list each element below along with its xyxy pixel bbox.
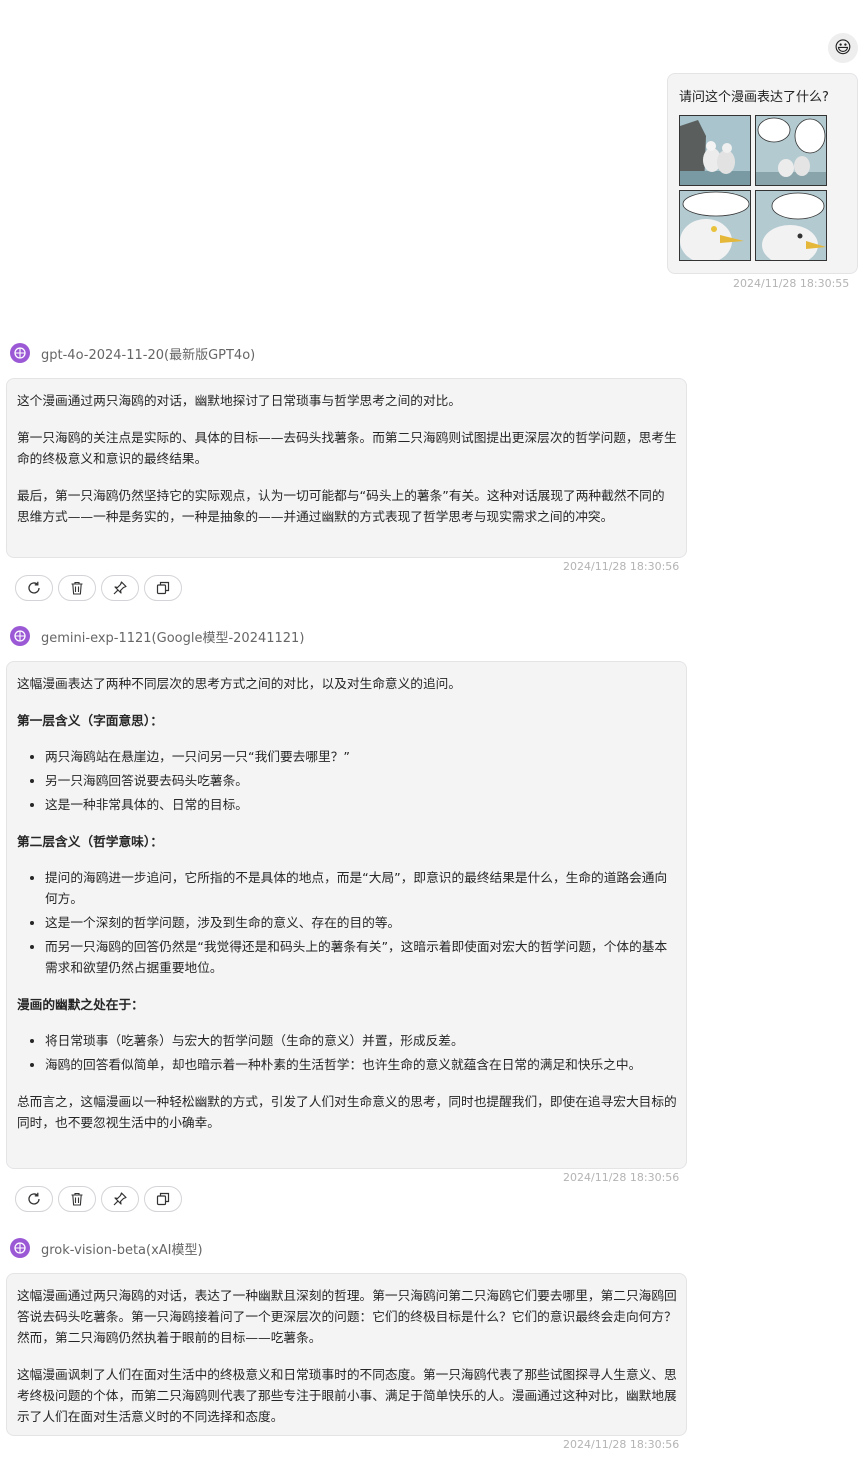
comic-panel-2 [755,115,827,186]
response-paragraph: 这幅漫画通过两只海鸥的对话，表达了一种幽默且深刻的哲理。第一只海鸥问第二只海鸥它… [17,1288,677,1345]
copy-icon [156,1192,170,1206]
refresh-icon [28,581,40,594]
list-item: 海鸥的回答看似简单，却也暗示着一种朴素的生活哲学：也许生命的意义就蕴含在日常的满… [45,1054,677,1075]
bullet-list: 两只海鸥站在悬崖边，一只问另一只“我们要去哪里？” 另一只海鸥回答说要去码头吃薯… [17,746,677,815]
model-header-gemini: gemini-exp-1121(Google模型-20241121) [10,626,304,646]
response-timestamp: 2024/11/28 18:30:56 [563,560,680,573]
list-item: 而另一只海鸥的回答仍然是“我觉得还是和码头上的薯条有关”，这暗示着即使面对宏大的… [45,936,677,978]
response-actions [15,1186,182,1212]
list-item: 两只海鸥站在悬崖边，一只问另一只“我们要去哪里？” [45,746,677,767]
model-icon [10,343,30,363]
response-bubble-grok: 这幅漫画通过两只海鸥的对话，表达了一种幽默且深刻的哲理。第一只海鸥问第二只海鸥它… [6,1273,687,1436]
user-message-text: 请问这个漫画表达了什么? [679,90,829,105]
comic-panel-3 [679,190,751,261]
model-name: grok-vision-beta(xAI模型) [41,1242,203,1258]
pin-icon [113,1192,127,1206]
comic-panel-1 [679,115,751,186]
model-icon [10,1238,30,1258]
user-message-bubble: 请问这个漫画表达了什么? [667,73,858,274]
model-header-grok: grok-vision-beta(xAI模型) [10,1238,203,1258]
pin-button[interactable] [101,575,139,601]
delete-icon [71,581,83,595]
list-item: 将日常琐事（吃薯条）与宏大的哲学问题（生命的意义）并置，形成反差。 [45,1030,677,1051]
copy-button[interactable] [144,575,182,601]
model-header-gpt4o: gpt-4o-2024-11-20(最新版GPT4o) [10,343,255,363]
list-item: 提问的海鸥进一步追问，它所指的不是具体的地点，而是“大局”，即意识的最终结果是什… [45,867,677,909]
section-heading: 第一层含义（字面意思）： [17,713,163,728]
bullet-list: 将日常琐事（吃薯条）与宏大的哲学问题（生命的意义）并置，形成反差。 海鸥的回答看… [17,1030,677,1075]
bullet-list: 提问的海鸥进一步追问，它所指的不是具体的地点，而是“大局”，即意识的最终结果是什… [17,867,677,978]
response-paragraph: 这幅漫画讽刺了人们在面对生活中的终极意义和日常琐事时的不同态度。第一只海鸥代表了… [17,1367,677,1424]
seagull-comic-image[interactable] [679,115,828,263]
section-heading: 第二层含义（哲学意味）： [17,834,163,849]
copy-icon [156,581,170,595]
response-paragraph: 这个漫画通过两只海鸥的对话，幽默地探讨了日常琐事与哲学思考之间的对比。 [17,393,462,408]
model-name: gpt-4o-2024-11-20(最新版GPT4o) [41,347,256,363]
pin-button[interactable] [101,1186,139,1212]
pin-icon [113,581,127,595]
response-timestamp: 2024/11/28 18:30:56 [563,1438,680,1451]
copy-button[interactable] [144,1186,182,1212]
delete-icon [71,1192,83,1206]
list-item: 这是一种非常具体的、日常的目标。 [45,794,677,815]
refresh-icon [28,1192,40,1205]
response-bubble-gemini: 这幅漫画表达了两种不同层次的思考方式之间的对比，以及对生命意义的追问。 第一层含… [6,661,687,1169]
list-item: 这是一个深刻的哲学问题，涉及到生命的意义、存在的目的等。 [45,912,677,933]
section-heading: 漫画的幽默之处在于： [17,997,144,1012]
response-paragraph: 最后，第一只海鸥仍然坚持它的实际观点，认为一切可能都与“码头上的薯条”有关。这种… [17,488,665,524]
user-avatar: 😃 [828,33,858,63]
response-actions [15,575,182,601]
response-paragraph: 这幅漫画表达了两种不同层次的思考方式之间的对比，以及对生命意义的追问。 [17,676,462,691]
regenerate-button[interactable] [15,575,53,601]
regenerate-button[interactable] [15,1186,53,1212]
response-bubble-gpt4o: 这个漫画通过两只海鸥的对话，幽默地探讨了日常琐事与哲学思考之间的对比。 第一只海… [6,378,687,558]
model-name: gemini-exp-1121(Google模型-20241121) [41,630,305,646]
delete-button[interactable] [58,575,96,601]
response-timestamp: 2024/11/28 18:30:56 [563,1171,680,1184]
comic-panel-4 [755,190,827,261]
response-paragraph: 总而言之，这幅漫画以一种轻松幽默的方式，引发了人们对生命意义的思考，同时也提醒我… [17,1094,677,1130]
delete-button[interactable] [58,1186,96,1212]
list-item: 另一只海鸥回答说要去码头吃薯条。 [45,770,677,791]
user-message-timestamp: 2024/11/28 18:30:55 [733,277,850,290]
model-icon [10,626,30,646]
response-paragraph: 第一只海鸥的关注点是实际的、具体的目标——去码头找薯条。而第二只海鸥则试图提出更… [17,430,677,466]
